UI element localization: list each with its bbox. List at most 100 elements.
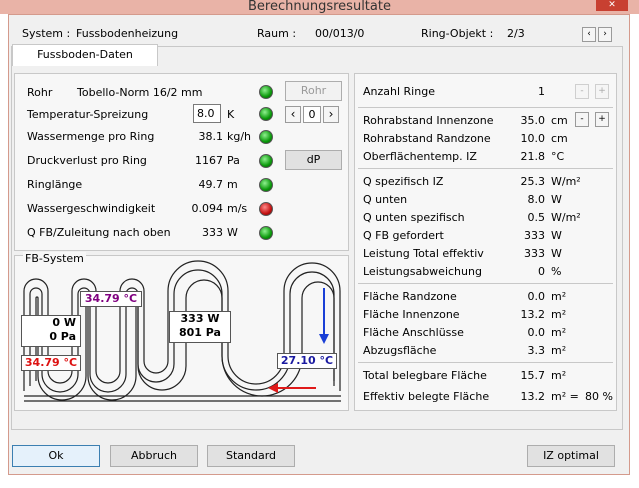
innenzone-minus-button[interactable]: - <box>575 112 589 127</box>
flaeche-innenzone-unit: m² <box>551 308 567 321</box>
q-spezifisch-iz-label: Q spezifisch IZ <box>363 175 444 188</box>
flow-box-middle-pressure: 801 Pa <box>179 326 221 339</box>
wassergeschwindigkeit-value: 0.094 <box>191 202 224 215</box>
effektiv-belegte-flaeche-unit: m² = <box>551 390 579 403</box>
window-title: Berechnungsresultate <box>248 0 391 14</box>
q-spezifisch-iz-value: 25.3 <box>520 175 546 188</box>
temp-right-label: 27.10 °C <box>277 353 337 369</box>
spin-decrease-button[interactable]: ‹ <box>285 106 301 123</box>
dialog-window: System : Fussbodenheizung Raum : 00/013/… <box>8 14 630 475</box>
status-led-spreizung <box>259 107 273 121</box>
q-fb-gefordert-label: Q FB gefordert <box>363 229 444 242</box>
rohrabstand-randzone-label: Rohrabstand Randzone <box>363 132 491 145</box>
status-led-wassermenge <box>259 130 273 144</box>
flaeche-randzone-label: Fläche Randzone <box>363 290 457 303</box>
effektiv-belegte-flaeche-value: 13.2 <box>520 390 546 403</box>
q-fb-gefordert-value: 333 <box>524 229 545 242</box>
flaeche-randzone-value: 0.0 <box>527 290 546 303</box>
divider <box>358 107 613 108</box>
leistung-total-unit: W <box>551 247 562 260</box>
chevron-right-icon: › <box>328 107 334 121</box>
system-label: System : <box>22 27 71 40</box>
total-belegbare-flaeche-value: 15.7 <box>520 369 546 382</box>
q-unten-spezifisch-value: 0.5 <box>527 211 546 224</box>
prev-ring-button[interactable]: ‹ <box>582 27 596 42</box>
anzahl-ringe-plus-button[interactable]: + <box>595 84 609 99</box>
flaeche-innenzone-value: 13.2 <box>520 308 546 321</box>
system-value: Fussbodenheizung <box>76 27 179 40</box>
leistungsabweichung-unit: % <box>551 265 562 278</box>
wassergeschwindigkeit-unit: m/s <box>227 202 248 215</box>
tab-fussboden-daten[interactable]: Fussboden-Daten <box>12 44 158 66</box>
wassermenge-value: 38.1 <box>198 130 224 143</box>
divider <box>358 168 613 169</box>
flaeche-randzone-unit: m² <box>551 290 567 303</box>
rohr-label: Rohr <box>27 86 53 99</box>
close-button[interactable]: ✕ <box>596 0 628 11</box>
q-fb-gefordert-unit: W <box>551 229 562 242</box>
leistung-total-label: Leistung Total effektiv <box>363 247 484 260</box>
status-led-ringlaenge <box>259 178 273 192</box>
q-unten-spezifisch-unit: W/m² <box>551 211 581 224</box>
druckverlust-unit: Pa <box>227 154 240 167</box>
flow-box-left: 0 W 0 Pa <box>21 315 81 347</box>
ringlaenge-value: 49.7 <box>198 178 224 191</box>
wassergeschwindigkeit-label: Wassergeschwindigkeit <box>27 202 156 215</box>
abzugsflaeche-unit: m² <box>551 344 567 357</box>
spin-increase-button[interactable]: › <box>323 106 339 123</box>
leistungsabweichung-value: 0 <box>538 265 545 278</box>
spin-value[interactable]: 0 <box>303 106 321 123</box>
dp-button[interactable]: dP <box>285 150 342 170</box>
q-fb-zuleitung-unit: W <box>227 226 238 239</box>
ringlaenge-label: Ringlänge <box>27 178 83 191</box>
flow-box-left-power: 0 W <box>52 316 76 329</box>
next-ring-button[interactable]: › <box>598 27 612 42</box>
druckverlust-value: 1167 <box>195 154 223 167</box>
raum-value: 00/013/0 <box>315 27 365 40</box>
flaeche-anschluesse-unit: m² <box>551 326 567 339</box>
rohrabstand-randzone-value: 10.0 <box>520 132 546 145</box>
anzahl-ringe-label: Anzahl Ringe <box>363 85 435 98</box>
abzugsflaeche-label: Abzugsfläche <box>363 344 437 357</box>
chevron-left-icon: ‹ <box>290 107 296 121</box>
leistungsabweichung-label: Leistungsabweichung <box>363 265 482 278</box>
iz-optimal-button[interactable]: IZ optimal <box>527 445 615 467</box>
temp-top-label: 34.79 °C <box>80 291 142 307</box>
innenzone-plus-button[interactable]: + <box>595 112 609 127</box>
rohrabstand-innenzone-value: 35.0 <box>520 114 546 127</box>
rohr-button[interactable]: Rohr <box>285 81 342 101</box>
q-unten-spezifisch-label: Q unten spezifisch <box>363 211 465 224</box>
flaeche-anschluesse-value: 0.0 <box>527 326 546 339</box>
title-bar: Berechnungsresultate ✕ <box>0 0 639 14</box>
raum-label: Raum : <box>257 27 297 40</box>
divider <box>358 362 613 363</box>
rohrabstand-innenzone-label: Rohrabstand Innenzone <box>363 114 494 127</box>
q-spezifisch-iz-unit: W/m² <box>551 175 581 188</box>
ok-button[interactable]: Ok <box>12 445 100 467</box>
temperatur-spreizung-input[interactable]: 8.0 <box>193 104 221 123</box>
oberflaechentemp-unit: °C <box>551 150 565 163</box>
ringlaenge-unit: m <box>227 178 238 191</box>
q-fb-zuleitung-label: Q FB/Zuleitung nach oben <box>27 226 171 239</box>
ring-objekt-value: 2/3 <box>507 27 525 40</box>
flow-box-middle: 333 W 801 Pa <box>169 311 231 343</box>
status-led-q-fb <box>259 226 273 240</box>
rohrabstand-innenzone-unit: cm <box>551 114 568 127</box>
rohrabstand-randzone-unit: cm <box>551 132 568 145</box>
q-unten-unit: W <box>551 193 562 206</box>
abbruch-button[interactable]: Abbruch <box>110 445 198 467</box>
temp-left-label: 34.79 °C <box>21 355 81 371</box>
druckverlust-label: Druckverlust pro Ring <box>27 154 147 167</box>
rohr-value: Tobello-Norm 16/2 mm <box>77 86 203 99</box>
anzahl-ringe-minus-button[interactable]: - <box>575 84 589 99</box>
flow-box-left-pressure: 0 Pa <box>49 330 76 343</box>
total-belegbare-flaeche-label: Total belegbare Fläche <box>363 369 487 382</box>
abzugsflaeche-value: 3.3 <box>527 344 546 357</box>
flaeche-anschluesse-label: Fläche Anschlüsse <box>363 326 464 339</box>
anzahl-ringe-value: 1 <box>538 85 545 98</box>
leistung-total-value: 333 <box>524 247 545 260</box>
standard-button[interactable]: Standard <box>207 445 295 467</box>
status-led-druckverlust <box>259 154 273 168</box>
flaeche-innenzone-label: Fläche Innenzone <box>363 308 460 321</box>
status-led-rohr <box>259 85 273 99</box>
